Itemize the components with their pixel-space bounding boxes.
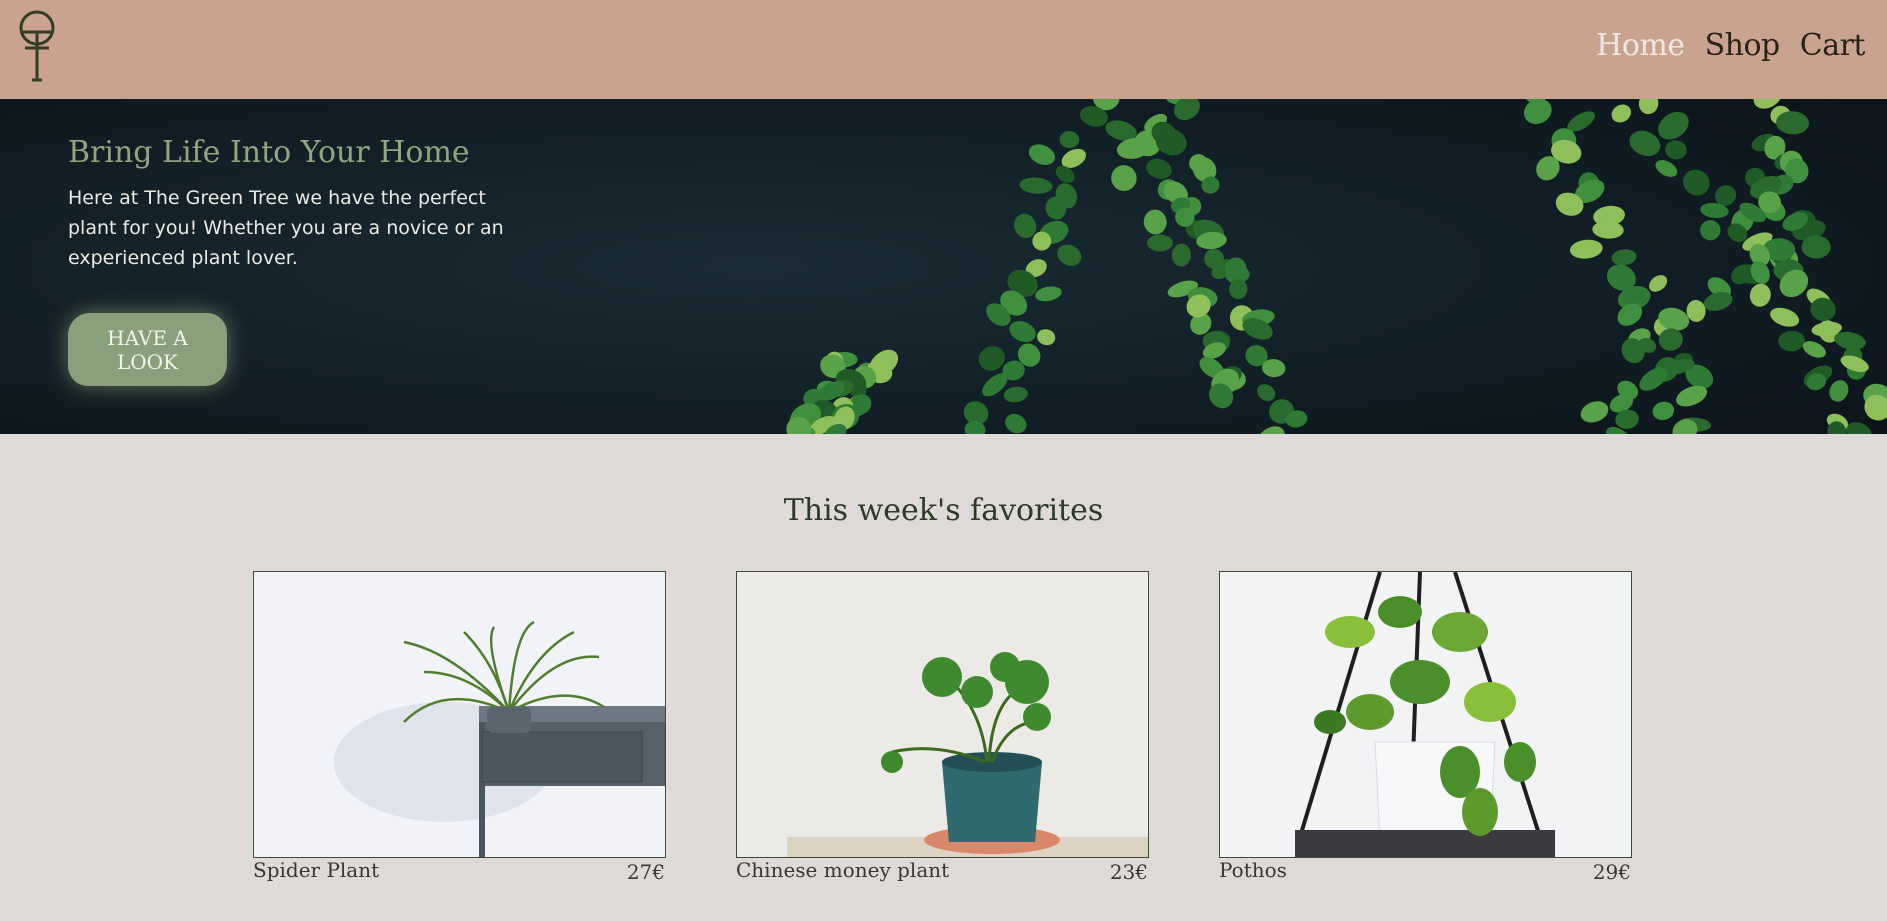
product-card-chinese-money-plant[interactable]: Chinese money plant 23€ bbox=[736, 571, 1149, 901]
favorites-title: This week's favorites bbox=[783, 493, 1104, 528]
have-a-look-button[interactable]: HAVE A LOOK bbox=[68, 313, 227, 386]
nav-home[interactable]: Home bbox=[1596, 28, 1685, 63]
product-price: 27€ bbox=[626, 860, 665, 884]
product-card-pothos[interactable]: Pothos 29€ bbox=[1219, 571, 1632, 901]
product-price: 29€ bbox=[1592, 860, 1631, 884]
hero-title: Bring Life Into Your Home bbox=[68, 135, 470, 170]
product-name: Spider Plant bbox=[253, 858, 380, 882]
main-nav: Home Shop Cart bbox=[1576, 28, 1865, 63]
product-card-spider-plant[interactable]: Spider Plant 27€ bbox=[253, 571, 666, 901]
spider-plant-image[interactable] bbox=[253, 571, 666, 858]
product-name: Chinese money plant bbox=[736, 858, 950, 882]
product-price: 23€ bbox=[1109, 860, 1148, 884]
nav-shop[interactable]: Shop bbox=[1705, 28, 1781, 63]
pothos-image[interactable] bbox=[1219, 571, 1632, 858]
hero-description: Here at The Green Tree we have the perfe… bbox=[68, 187, 504, 269]
site-header: Home Shop Cart bbox=[0, 0, 1887, 99]
chinese-money-plant-image[interactable] bbox=[736, 571, 1149, 858]
tree-logo-icon[interactable] bbox=[17, 10, 57, 82]
nav-cart[interactable]: Cart bbox=[1800, 28, 1866, 63]
hero-banner: Bring Life Into Your Home Here at The Gr… bbox=[0, 99, 1887, 434]
product-name: Pothos bbox=[1219, 858, 1287, 882]
product-grid: Spider Plant 27€ Chinese money plant 23€… bbox=[253, 571, 1633, 901]
